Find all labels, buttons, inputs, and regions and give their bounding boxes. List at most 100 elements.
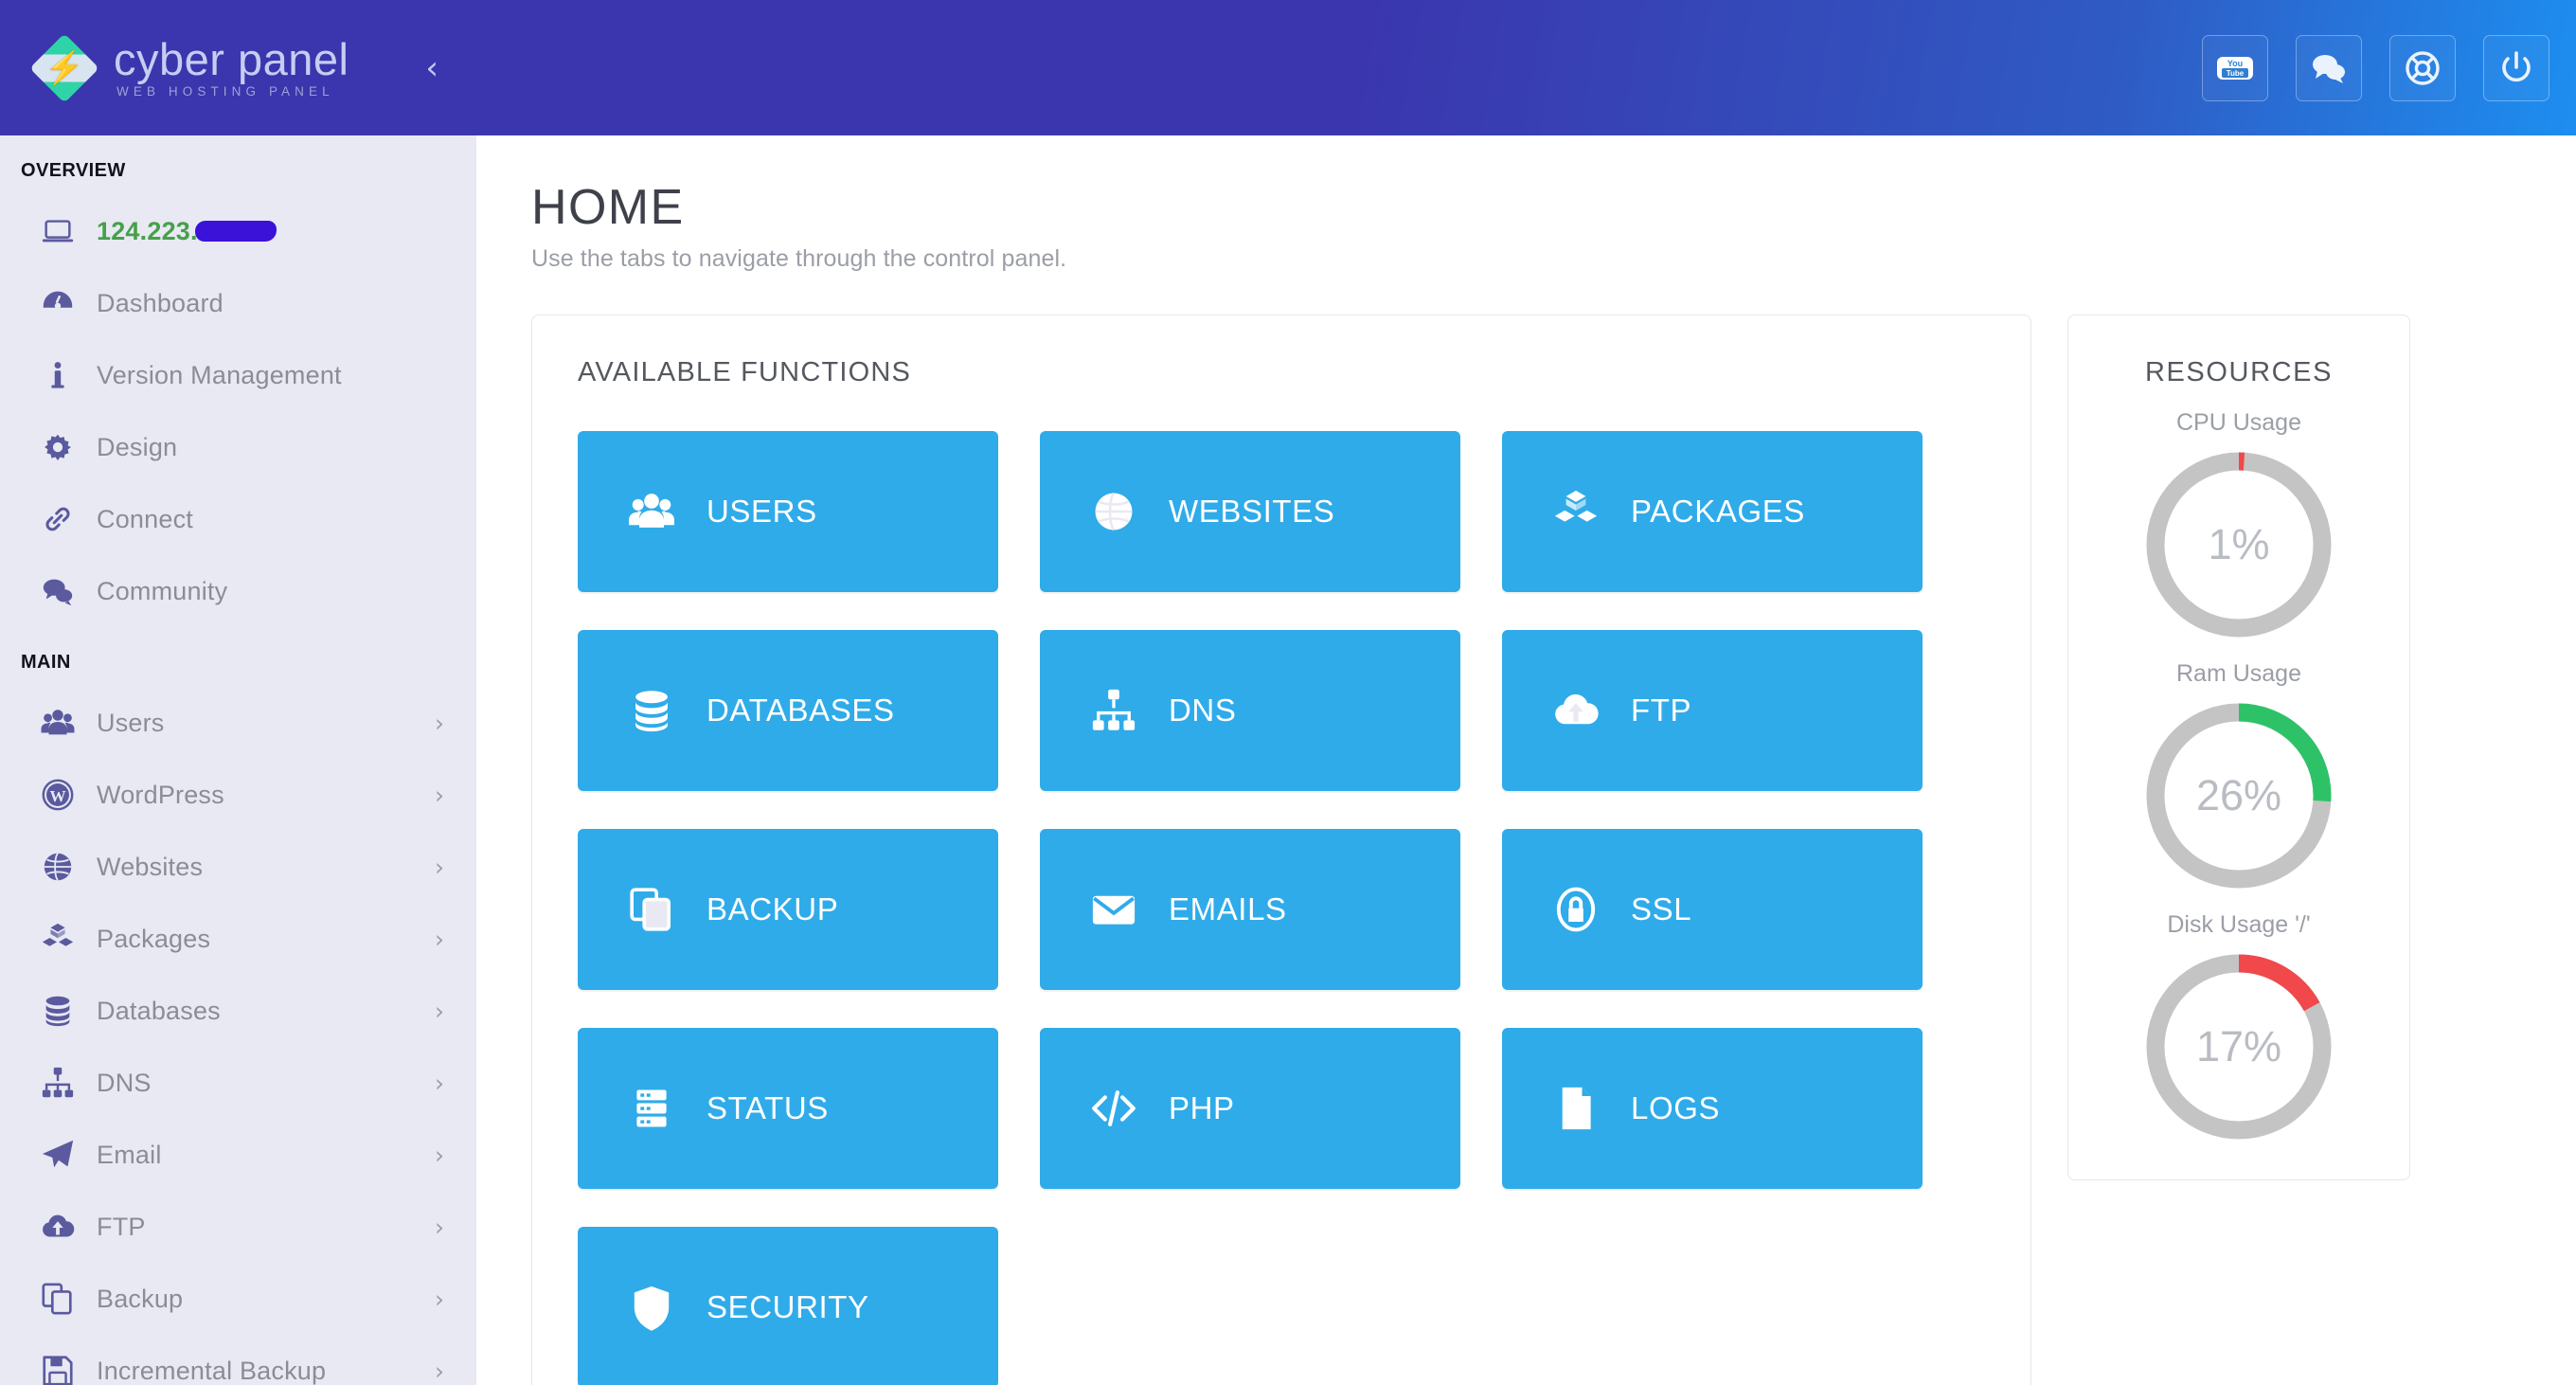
sidebar-item-email[interactable]: Email › — [0, 1119, 476, 1191]
function-tile-packages[interactable]: PACKAGES — [1502, 431, 1923, 592]
function-tile-label: PACKAGES — [1631, 494, 1805, 529]
function-tile-ftp[interactable]: FTP — [1502, 630, 1923, 791]
sidebar-item-label: WordPress — [97, 780, 224, 809]
brand-text: cyber panel WEB HOSTING PANEL — [114, 36, 349, 99]
sidebar-item-dns[interactable]: DNS › — [0, 1047, 476, 1119]
chevron-right-icon: › — [435, 1285, 444, 1313]
function-tile-label: PHP — [1169, 1090, 1235, 1125]
resource-gauges: CPU Usage 1% Ram Usage 26% Disk Usage '/' 17% — [2087, 409, 2390, 1142]
power-icon[interactable] — [2483, 34, 2549, 101]
cloud-upload-icon — [36, 1209, 80, 1245]
gauge-value: 1% — [2208, 520, 2270, 568]
resources-heading: RESOURCES — [2144, 357, 2334, 387]
sidebar-item-backup[interactable]: Backup › — [0, 1263, 476, 1335]
envelope-icon — [1089, 885, 1144, 934]
topbar: You Tube — [476, 0, 2576, 135]
paper-plane-icon — [36, 1137, 80, 1173]
copy-icon — [627, 885, 682, 934]
info-icon — [36, 357, 80, 393]
function-tile-backup[interactable]: BACKUP — [578, 829, 998, 990]
sidebar-item-dashboard[interactable]: Dashboard — [0, 267, 476, 339]
chevron-right-icon: › — [435, 997, 444, 1025]
gauge-title: Ram Usage — [2176, 660, 2301, 687]
gauge-title: CPU Usage — [2176, 409, 2301, 436]
globe-icon — [1089, 487, 1144, 536]
gauge-ram-usage: Ram Usage 26% — [2087, 660, 2390, 890]
sidebar-item-version-management[interactable]: Version Management — [0, 339, 476, 411]
svg-text:You: You — [2227, 59, 2243, 68]
sidebar-item-packages[interactable]: Packages › — [0, 903, 476, 975]
sidebar-item-incremental-backup[interactable]: Incremental Backup › — [0, 1335, 476, 1385]
gauge-disk-usage: Disk Usage '/' 17% — [2087, 911, 2390, 1142]
function-tile-databases[interactable]: DATABASES — [578, 630, 998, 791]
svg-text:W: W — [49, 787, 65, 805]
code-icon — [1089, 1084, 1144, 1133]
gauge-title: Disk Usage '/' — [2167, 911, 2311, 938]
gauge-cpu-usage: CPU Usage 1% — [2087, 409, 2390, 639]
sidebar-item-users[interactable]: Users › — [0, 687, 476, 759]
cyberpanel-logo-icon: ⚡ — [29, 32, 99, 103]
life-ring-icon[interactable] — [2389, 34, 2456, 101]
users-icon — [36, 705, 80, 741]
function-tile-dns[interactable]: DNS — [1040, 630, 1460, 791]
chevron-right-icon: › — [435, 853, 444, 881]
function-tile-websites[interactable]: WEBSITES — [1040, 431, 1460, 592]
function-tile-label: EMAILS — [1169, 891, 1287, 926]
sidebar-item-label: Email — [97, 1140, 162, 1169]
sidebar-item-label: Websites — [97, 852, 204, 881]
brand-subtitle: WEB HOSTING PANEL — [116, 84, 334, 99]
function-tile-status[interactable]: STATUS — [578, 1028, 998, 1189]
sidebar-item-label: Packages — [97, 924, 211, 953]
brand-header[interactable]: ⚡ cyber panel WEB HOSTING PANEL ‹ — [0, 0, 476, 135]
available-functions-heading: AVAILABLE FUNCTIONS — [578, 357, 912, 387]
cyberpanel-app: ⚡ cyber panel WEB HOSTING PANEL ‹ OVERVI… — [0, 0, 2576, 1385]
function-tile-logs[interactable]: LOGS — [1502, 1028, 1923, 1189]
server-icon — [627, 1084, 682, 1133]
sidebar-item-label: Version Management — [97, 360, 342, 389]
link-icon — [36, 501, 80, 537]
function-tile-security[interactable]: SECURITY — [578, 1227, 998, 1385]
main-content: HOME Use the tabs to navigate through th… — [476, 135, 2576, 1385]
function-tile-php[interactable]: PHP — [1040, 1028, 1460, 1189]
function-tile-ssl[interactable]: SSL — [1502, 829, 1923, 990]
chevron-right-icon: › — [435, 925, 444, 953]
function-tile-label: WEBSITES — [1169, 494, 1335, 529]
gauge-ring: 1% — [2108, 450, 2370, 639]
function-tile-label: SSL — [1631, 891, 1692, 926]
sidebar-item-label: Design — [97, 432, 178, 461]
page-subtitle: Use the tabs to navigate through the con… — [531, 245, 1067, 272]
sidebar-item-databases[interactable]: Databases › — [0, 975, 476, 1047]
sidebar-item-connect[interactable]: Connect — [0, 483, 476, 555]
function-tile-label: USERS — [707, 494, 817, 529]
packages-icon — [1551, 487, 1606, 536]
sidebar-item-ftp[interactable]: FTP › — [0, 1191, 476, 1263]
dashboard-icon — [36, 285, 80, 321]
sidebar-item-wordpress[interactable]: W WordPress › — [0, 759, 476, 831]
nav-section-title-main: MAIN — [21, 652, 71, 673]
sidebar-item-label: Backup — [97, 1284, 184, 1313]
chevron-right-icon: › — [435, 709, 444, 737]
sidebar-item-websites[interactable]: Websites › — [0, 831, 476, 903]
available-functions-card: AVAILABLE FUNCTIONS USERS WEBSITES PACKAGE… — [531, 315, 2031, 1385]
chevron-right-icon: › — [435, 1141, 444, 1169]
sidebar-item-label: DNS — [97, 1068, 152, 1097]
cloud-upload-icon — [1551, 686, 1606, 735]
sidebar-item-design[interactable]: Design — [0, 411, 476, 483]
globe-icon — [36, 849, 80, 885]
sitemap-icon — [36, 1065, 80, 1101]
function-tile-users[interactable]: USERS — [578, 431, 998, 592]
chevron-left-icon[interactable]: ‹ — [425, 52, 438, 84]
comments-icon[interactable] — [2296, 34, 2362, 101]
function-tile-label: BACKUP — [707, 891, 839, 926]
function-tile-label: SECURITY — [707, 1289, 869, 1324]
chevron-right-icon: › — [435, 1069, 444, 1097]
sidebar-item-label: Databases — [97, 996, 221, 1025]
sidebar-item-community[interactable]: Community — [0, 555, 476, 627]
gauge-value: 17% — [2195, 1022, 2282, 1070]
function-tile-emails[interactable]: EMAILS — [1040, 829, 1460, 990]
function-tile-label: FTP — [1631, 692, 1692, 728]
database-icon — [627, 686, 682, 735]
sidebar-item-124-223[interactable]: 124.223. — [0, 195, 476, 267]
sidebar-item-label: Community — [97, 576, 228, 605]
youtube-icon[interactable]: You Tube — [2202, 34, 2268, 101]
